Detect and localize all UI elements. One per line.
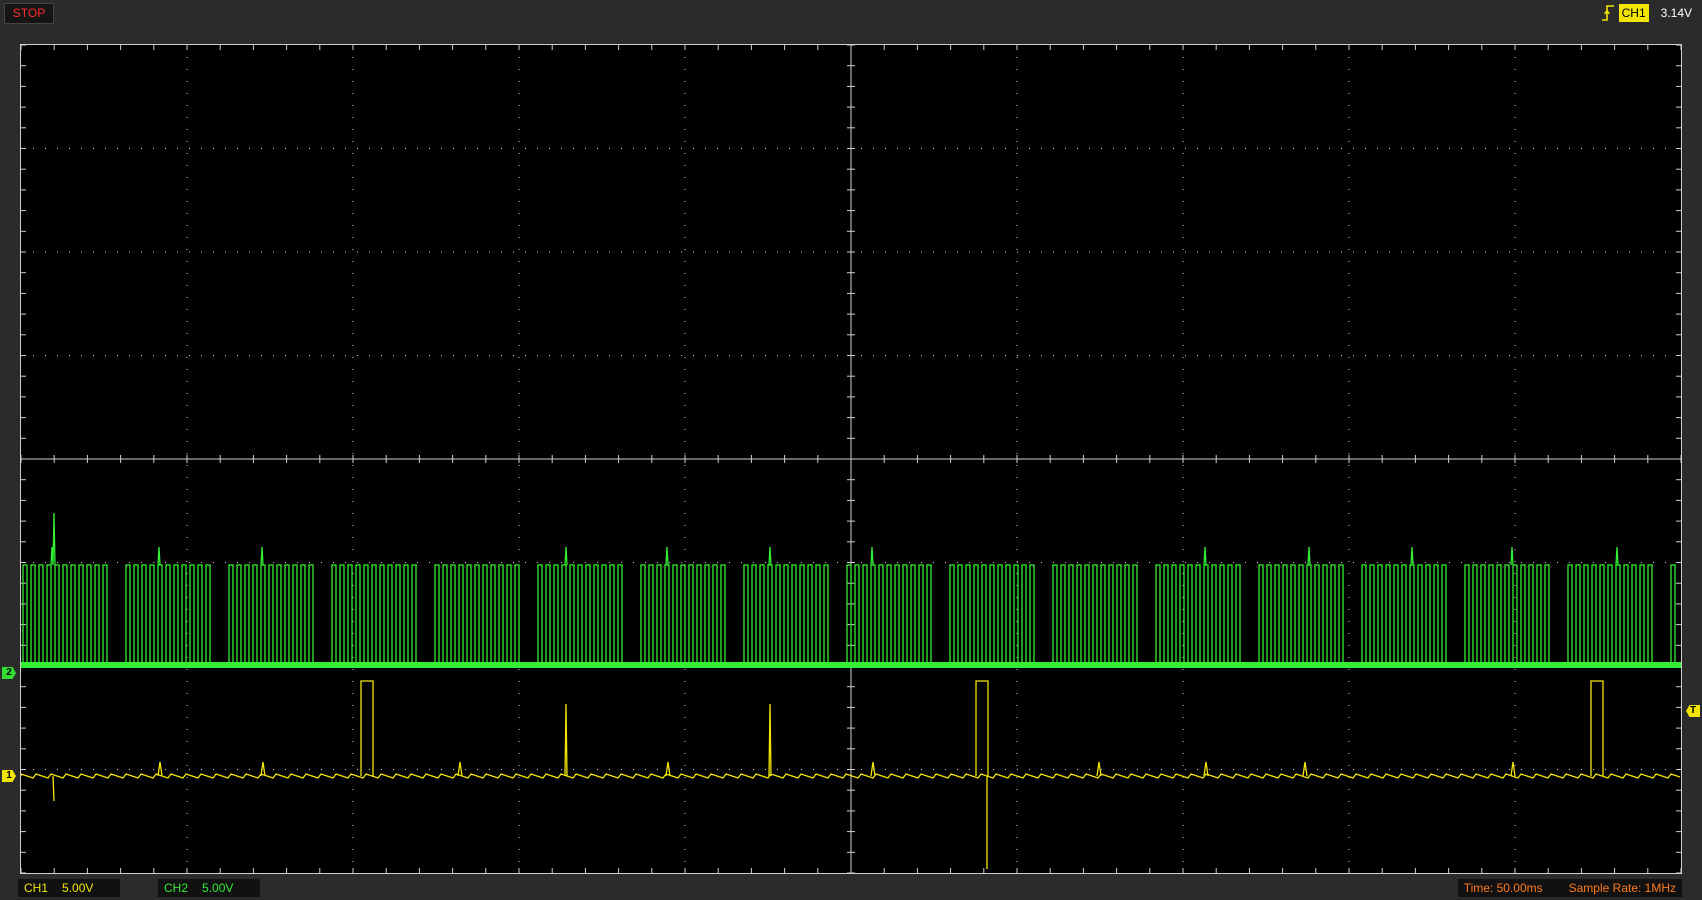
ch2-scale: 5.00V [202,881,234,895]
sample-rate-label[interactable]: Sample Rate: 1MHz [1569,879,1676,897]
ch2-scale-box[interactable]: CH2 5.00V [158,879,260,897]
ch1-scale-box[interactable]: CH1 5.00V [18,879,120,897]
trigger-level-marker[interactable]: T [1686,705,1700,717]
top-toolbar: STOP CH1 3.14V [0,0,1702,26]
acquisition-info: Time: 50.00ms Sample Rate: 1MHz [1457,879,1682,897]
rising-edge-icon [1601,5,1614,21]
ch2-baseline [21,662,1681,668]
waveform-canvas[interactable] [21,45,1681,873]
trigger-level[interactable]: 3.14V [1661,6,1692,20]
ch2-position-marker[interactable]: 2 [2,667,16,679]
ch1-label: CH1 [24,881,49,895]
graticule [21,45,1681,873]
waveform-display[interactable] [20,44,1682,874]
ch2-label: CH2 [164,881,189,895]
trigger-settings[interactable]: CH1 3.14V [1601,2,1692,24]
timebase-label[interactable]: Time: 50.00ms [1464,879,1543,897]
run-stop-button[interactable]: STOP [4,3,54,24]
ch1-position-marker[interactable]: 1 [2,770,16,782]
trigger-source[interactable]: CH1 [1618,4,1649,22]
status-bar: CH1 5.00V CH2 5.00V Time: 50.00ms Sample… [0,876,1702,900]
ch1-scale: 5.00V [62,881,94,895]
